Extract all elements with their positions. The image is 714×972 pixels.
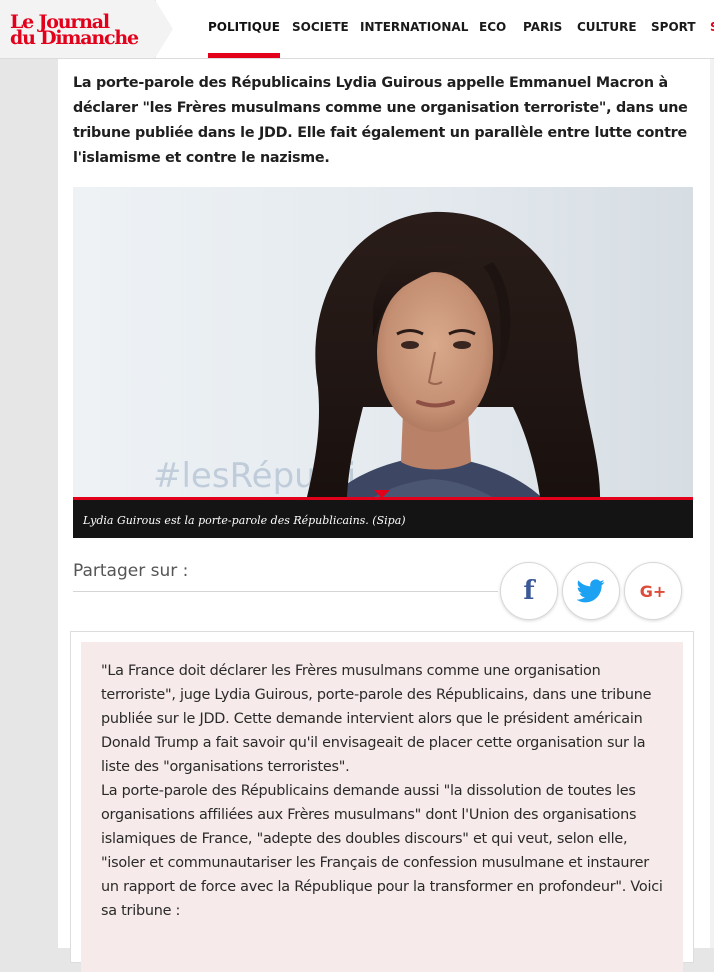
article-photo[interactable]: #lesRépubli	[73, 187, 693, 538]
article-paragraph-2: La porte-parole des Républicains demande…	[101, 783, 663, 919]
twitter-icon	[577, 579, 605, 603]
share-facebook-button[interactable]: f	[500, 562, 558, 620]
nav-item-eco[interactable]: ECO	[479, 20, 506, 58]
article-lead: La porte-parole des Républicains Lydia G…	[73, 75, 688, 166]
left-gutter	[0, 59, 58, 948]
logo-arrow-decoration	[155, 0, 173, 58]
share-google-plus-button[interactable]: G+	[624, 562, 682, 620]
nav-item-overflow[interactable]: S	[710, 20, 714, 34]
article-container: La porte-parole des Républicains Lydia G…	[58, 59, 714, 972]
article-body-box: "La France doit déclarer les Frères musu…	[70, 631, 694, 972]
site-header: Le Journal du Dimanche POLITIQUE SOCIETE…	[0, 0, 714, 59]
logo-line-2: du Dimanche	[10, 27, 139, 49]
nav-item-international[interactable]: INTERNATIONAL	[360, 20, 468, 58]
portrait-image: #lesRépubli	[73, 187, 693, 538]
nav-item-societe[interactable]: SOCIETE	[292, 20, 349, 58]
google-plus-icon: G+	[639, 581, 667, 601]
nav-item-politique[interactable]: POLITIQUE	[208, 20, 280, 58]
share-label: Partager sur :	[73, 561, 189, 581]
photo-caption: Lydia Guirous est la porte-parole des Ré…	[73, 497, 693, 538]
facebook-icon: f	[523, 576, 535, 606]
nav-item-culture[interactable]: CULTURE	[577, 20, 637, 58]
share-divider	[73, 591, 498, 592]
site-logo[interactable]: Le Journal du Dimanche	[0, 0, 156, 58]
nav-item-paris[interactable]: PARIS	[523, 20, 562, 58]
right-edge	[710, 59, 714, 948]
article-paragraph-1: "La France doit déclarer les Frères musu…	[101, 663, 652, 775]
nav-item-sport[interactable]: SPORT	[651, 20, 696, 58]
article-body: "La France doit déclarer les Frères musu…	[81, 642, 683, 972]
share-twitter-button[interactable]	[562, 562, 620, 620]
